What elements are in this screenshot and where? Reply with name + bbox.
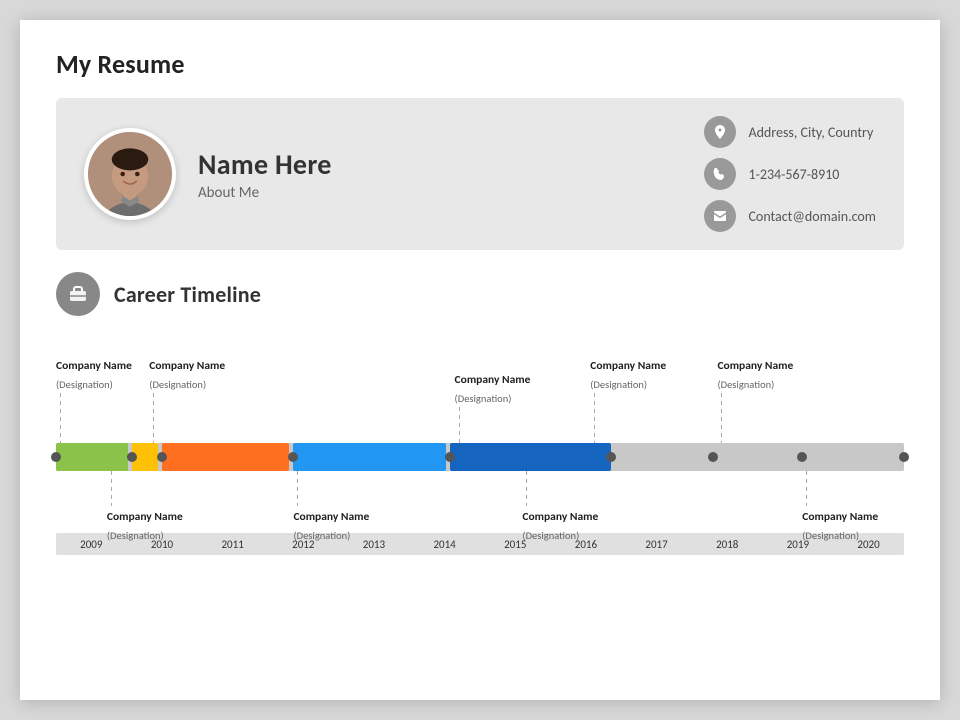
year-2017: 2017 bbox=[621, 538, 692, 551]
contact-email-item: Contact@domain.com bbox=[704, 200, 876, 232]
bar-darkblue bbox=[450, 443, 611, 471]
contact-phone-item: 1-234-567-8910 bbox=[704, 158, 876, 190]
tl-top-2-desig: (Designation) bbox=[149, 378, 206, 391]
dot-9 bbox=[899, 452, 909, 462]
timeline-container: Company Name (Designation) Company Name (D… bbox=[56, 338, 904, 555]
dot-1 bbox=[51, 452, 61, 462]
year-2014: 2014 bbox=[409, 538, 480, 551]
slide: My Resume bbox=[20, 20, 940, 700]
profile-subtitle: About Me bbox=[198, 184, 332, 202]
tl-top-4-company: Company Name bbox=[590, 359, 666, 373]
briefcase-icon bbox=[56, 272, 100, 316]
phone-text: 1-234-567-8910 bbox=[748, 166, 839, 183]
timeline-bars bbox=[56, 443, 904, 471]
dot-7 bbox=[708, 452, 718, 462]
email-icon bbox=[704, 200, 736, 232]
profile-left: Name Here About Me bbox=[84, 128, 332, 220]
tl-top-3-desig: (Designation) bbox=[455, 392, 512, 405]
tl-top-5-company: Company Name bbox=[717, 359, 793, 373]
bar-orange bbox=[162, 443, 289, 471]
tl-top-3-company: Company Name bbox=[455, 373, 531, 387]
bar-blue bbox=[293, 443, 446, 471]
tl-top-4: Company Name (Designation) bbox=[590, 355, 666, 443]
tl-bot-1: Company Name (Designation) bbox=[107, 471, 183, 544]
career-section: Career Timeline Company Name (Designation… bbox=[56, 272, 904, 555]
tl-top-1: Company Name (Designation) bbox=[56, 355, 132, 443]
tl-bot-4-company: Company Name bbox=[802, 510, 878, 524]
avatar bbox=[84, 128, 176, 220]
tl-bot-3-company: Company Name bbox=[522, 510, 598, 524]
contact-info: Address, City, Country 1-234-567-8910 Co… bbox=[704, 116, 876, 232]
tl-bot-1-desig: (Designation) bbox=[107, 529, 164, 542]
tl-top-2: Company Name (Designation) bbox=[149, 355, 225, 443]
tl-top-3: Company Name (Designation) bbox=[455, 369, 531, 443]
dot-8 bbox=[797, 452, 807, 462]
dot-6 bbox=[606, 452, 616, 462]
tl-top-4-desig: (Designation) bbox=[590, 378, 647, 391]
slide-title: My Resume bbox=[56, 48, 904, 80]
dot-2 bbox=[127, 452, 137, 462]
email-text: Contact@domain.com bbox=[748, 208, 876, 225]
address-text: Address, City, Country bbox=[748, 124, 873, 141]
dot-3 bbox=[157, 452, 167, 462]
tl-bot-2-desig: (Designation) bbox=[293, 529, 350, 542]
section-header: Career Timeline bbox=[56, 272, 904, 316]
tl-top-1-company: Company Name bbox=[56, 359, 132, 373]
tl-bot-2: Company Name (Designation) bbox=[293, 471, 369, 544]
dot-5 bbox=[445, 452, 455, 462]
year-2018: 2018 bbox=[692, 538, 763, 551]
tl-top-5: Company Name (Designation) bbox=[717, 355, 793, 443]
bar-green bbox=[56, 443, 128, 471]
profile-name: Name Here bbox=[198, 147, 332, 182]
dot-4 bbox=[288, 452, 298, 462]
top-labels-area: Company Name (Designation) Company Name (D… bbox=[56, 338, 904, 443]
year-2011: 2011 bbox=[197, 538, 268, 551]
header-section: Name Here About Me Address, City, Countr… bbox=[56, 98, 904, 250]
tl-bot-3: Company Name (Designation) bbox=[522, 471, 598, 544]
phone-icon bbox=[704, 158, 736, 190]
tl-bot-1-company: Company Name bbox=[107, 510, 183, 524]
profile-info: Name Here About Me bbox=[198, 147, 332, 202]
contact-address-item: Address, City, Country bbox=[704, 116, 876, 148]
tl-bot-2-company: Company Name bbox=[293, 510, 369, 524]
bottom-labels-area: Company Name(Designation) Company Name(D… bbox=[56, 471, 904, 531]
tl-bot-4-desig: (Designation) bbox=[802, 529, 859, 542]
career-section-title: Career Timeline bbox=[114, 281, 261, 308]
tl-bot-3-desig: (Designation) bbox=[522, 529, 579, 542]
year-axis: 2009 2010 2011 2012 2013 2014 2015 2016 … bbox=[56, 533, 904, 555]
tl-bot-4: Company Name (Designation) bbox=[802, 471, 878, 544]
tl-top-5-desig: (Designation) bbox=[717, 378, 774, 391]
tl-top-1-desig: (Designation) bbox=[56, 378, 113, 391]
tl-top-2-company: Company Name bbox=[149, 359, 225, 373]
location-icon bbox=[704, 116, 736, 148]
